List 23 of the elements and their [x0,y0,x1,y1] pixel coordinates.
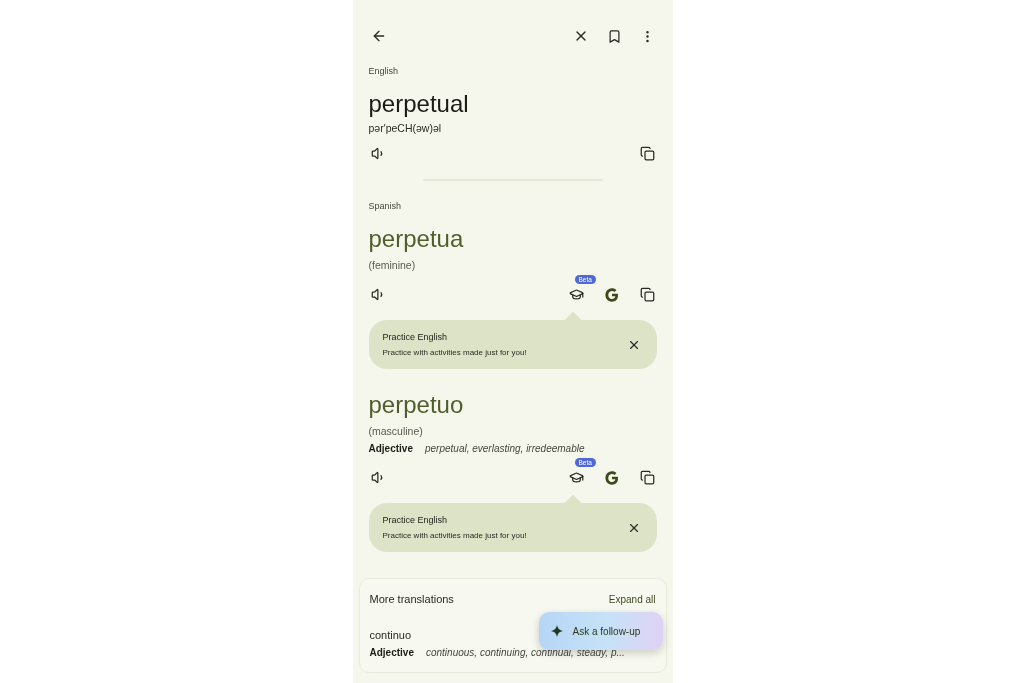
part-of-speech: Adjective [368,443,413,454]
tooltip-title: Practice English [382,332,449,342]
gender-label: (feminine) [368,259,417,271]
tooltip-title: Practice English [382,515,449,525]
translated-word: perpetuo [368,391,465,419]
translation-word: continuo [369,629,412,641]
pronunciation: pər'peCH(əw)əl [368,122,443,134]
source-word: perpetual [368,90,470,118]
g-logo-icon[interactable] [603,469,620,486]
gender-label: (masculine) [368,425,424,437]
part-of-speech: Adjective [369,647,414,658]
sparkle-icon [550,625,563,637]
ask-follow-up-button[interactable]: Ask a follow-up [538,612,663,650]
synonyms: continuous, continuing, continual, steady, p... [425,647,625,658]
translated-word: perpetua [368,225,465,253]
g-logo-icon[interactable] [603,286,620,303]
card-title: More translations [369,593,454,605]
tooltip-body: Practice with activities made just for you! [382,531,528,540]
tooltip-body: Practice with activities made just for you! [382,348,528,357]
expand-all-button[interactable]: Expand all [608,593,656,605]
source-language: English [368,66,400,76]
synonyms: perpetual, everlasting, irredeemable [424,443,585,454]
target-language: Spanish [368,201,403,211]
